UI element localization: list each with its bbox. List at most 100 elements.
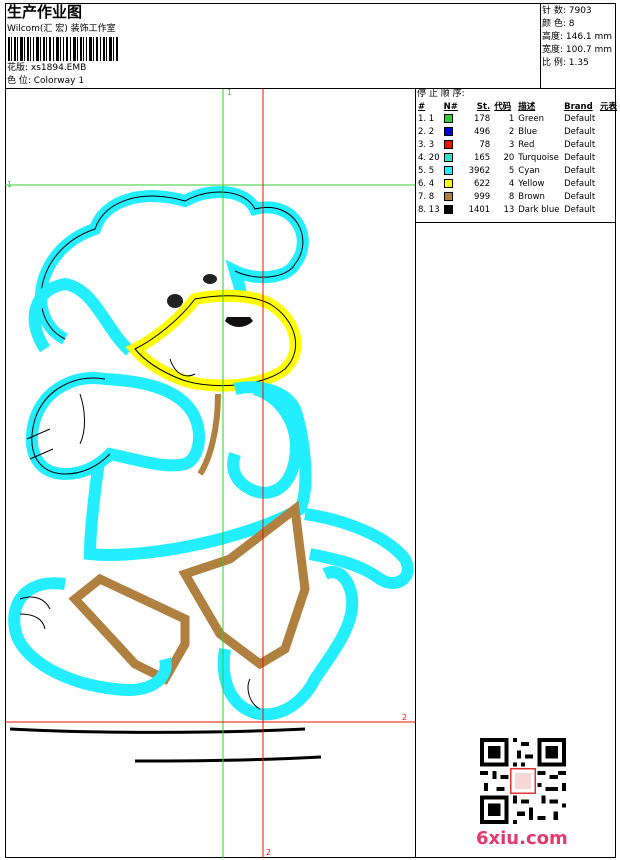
- color-swatch: [443, 191, 453, 201]
- swatch-cell: [442, 190, 465, 203]
- stop-index: 5. 5: [418, 166, 435, 176]
- stop-row: 6. 4 622 4 Yellow Default: [416, 177, 620, 190]
- right-arm: [227, 383, 302, 499]
- stop-brand: Default: [564, 178, 596, 189]
- stop-index: 6. 4: [418, 178, 435, 189]
- colorway: 色 位: Colorway 1: [7, 76, 85, 86]
- red-guide-v-label: 2: [266, 848, 272, 857]
- stop-description: Green: [518, 114, 545, 125]
- stop-code: 5: [508, 166, 515, 176]
- stop-code: 2: [508, 127, 515, 138]
- stop-index: 7. 8: [418, 191, 435, 202]
- color-swatch: [443, 114, 453, 124]
- stop-stitches: 3962: [468, 166, 491, 176]
- stop-brand: Default: [564, 153, 596, 164]
- design-height: 高度: 146.1 mm: [542, 32, 613, 42]
- stop-row: 4. 20 165 20 Turquoise Default: [416, 152, 620, 165]
- muzzle: [125, 289, 302, 392]
- stop-code: 3: [508, 140, 515, 151]
- color-swatch: [443, 127, 453, 137]
- color-count: 颜 色: 8: [542, 19, 575, 29]
- col-index: #: [418, 102, 426, 112]
- col-stitches: St.: [476, 102, 491, 112]
- eye: [203, 274, 217, 284]
- stop-row: 1. 1 178 1 Green Default: [416, 113, 620, 126]
- stop-element: [598, 139, 620, 152]
- stop-stitches: 78: [479, 140, 491, 151]
- stop-element: [598, 190, 620, 203]
- stop-index: 2. 2: [418, 127, 435, 138]
- col-needle: N#: [443, 102, 458, 112]
- stop-element: [598, 126, 620, 139]
- stop-table-rule: [415, 222, 616, 223]
- barcode: [8, 37, 118, 61]
- stop-description: Dark blue: [518, 204, 560, 215]
- stop-code: 20: [503, 153, 515, 164]
- swatch-cell: [442, 152, 465, 165]
- stop-element: [598, 113, 620, 126]
- stop-description: Cyan: [518, 166, 540, 176]
- stop-description: Brown: [518, 191, 545, 202]
- stop-brand: Default: [564, 204, 596, 215]
- stop-brand: Default: [564, 166, 596, 176]
- stop-index: 8. 13: [418, 204, 440, 215]
- stop-description: Turquoise: [518, 153, 559, 164]
- swatch-cell: [442, 126, 465, 139]
- stop-stitches: 496: [473, 127, 491, 138]
- stop-index: 3. 3: [418, 140, 435, 151]
- col-element: 元表: [599, 102, 617, 112]
- watermark-site: 6xiu.com: [476, 828, 568, 849]
- color-swatch: [443, 140, 453, 150]
- stop-row: 2. 2 496 2 Blue Default: [416, 126, 620, 139]
- swatch-cell: [442, 139, 465, 152]
- stop-stitches: 165: [473, 153, 491, 164]
- stop-sequence-table: # N# St. 代码 描述 Brand 元表 1. 1 178 1 Green Def…: [416, 101, 620, 216]
- stop-stitches: 178: [473, 114, 491, 125]
- stop-code: 1: [508, 114, 515, 125]
- bear-figure: [8, 186, 414, 721]
- stop-brand: Default: [564, 191, 596, 202]
- design-scale: 比 例: 1.35: [542, 58, 589, 68]
- left-arm: [25, 372, 206, 481]
- design-width: 宽度: 100.7 mm: [542, 45, 613, 55]
- color-swatch: [443, 178, 453, 188]
- green-guide-v-label: 1: [227, 88, 233, 97]
- stop-code: 8: [508, 191, 515, 202]
- swatch-cell: [442, 177, 465, 190]
- stop-code: 4: [508, 178, 515, 189]
- nose: [167, 294, 183, 308]
- stitch-count: 针 数: 7903: [542, 6, 592, 16]
- col-brand: Brand: [564, 102, 593, 112]
- stop-element: [598, 165, 620, 178]
- stop-row: 5. 5 3962 5 Cyan Default: [416, 165, 620, 178]
- stop-description: Yellow: [518, 178, 545, 189]
- color-swatch: [443, 166, 453, 175]
- stop-description: Red: [518, 140, 535, 151]
- stop-element: [598, 177, 620, 190]
- col-code: 代码: [494, 102, 512, 112]
- swatch-cell: [442, 203, 465, 216]
- stop-row: 8. 13 1401 13 Dark blue Default: [416, 203, 620, 216]
- stop-stitches: 622: [473, 178, 491, 189]
- col-description: 描述: [518, 102, 536, 112]
- stop-sequence-heading: 停 止 顺 序:: [417, 89, 465, 99]
- stop-brand: Default: [564, 127, 596, 138]
- color-swatch: [443, 204, 453, 214]
- qr-code: [480, 738, 566, 824]
- stop-row: 7. 8 999 8 Brown Default: [416, 190, 620, 203]
- stop-code: 13: [503, 204, 515, 215]
- ground-lines: [9, 727, 322, 763]
- stop-index: 1. 1: [418, 114, 435, 125]
- stop-stitches: 1401: [468, 204, 491, 215]
- stop-brand: Default: [564, 140, 596, 151]
- swatch-cell: [442, 113, 465, 126]
- stop-description: Blue: [518, 127, 538, 138]
- stop-element: [598, 152, 620, 165]
- meta-divider: [540, 3, 541, 88]
- tail: [304, 508, 414, 589]
- color-swatch: [443, 153, 453, 163]
- design-canvas: [5, 89, 415, 858]
- stop-stitches: 999: [473, 191, 491, 202]
- swatch-cell: [442, 165, 465, 178]
- stop-brand: Default: [564, 114, 596, 125]
